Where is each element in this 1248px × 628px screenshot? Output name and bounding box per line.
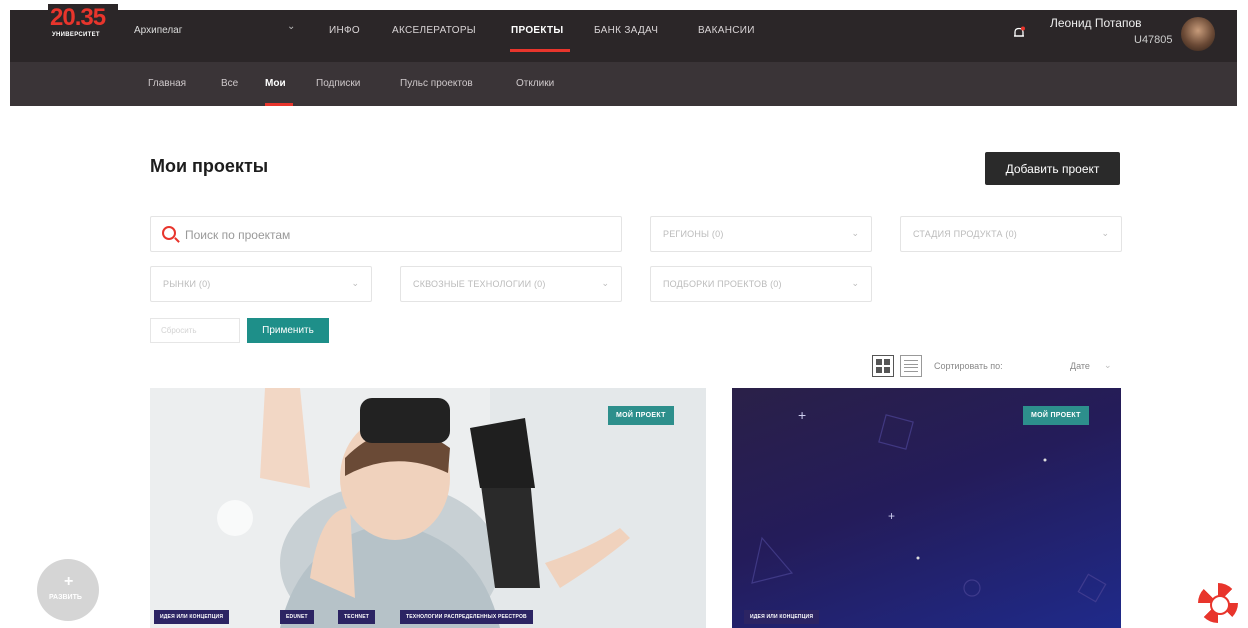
chevron-down-icon: ⌄ xyxy=(851,228,859,238)
reset-button[interactable]: Сбросить xyxy=(150,318,240,343)
active-subnav-indicator xyxy=(265,103,293,106)
subnav-item-subscriptions[interactable]: Подписки xyxy=(316,78,360,89)
nav-item-info[interactable]: ИНФО xyxy=(329,25,360,36)
chevron-down-icon: ⌄ xyxy=(351,278,359,288)
svg-text:+: + xyxy=(798,407,806,423)
logo-subtitle: УНИВЕРСИТЕТ xyxy=(52,32,100,38)
markets-select[interactable]: РЫНКИ (0) ⌄ xyxy=(150,266,372,302)
user-id: U47805 xyxy=(1134,34,1173,46)
svg-text:+: + xyxy=(888,509,895,523)
project-card[interactable]: + + МОЙ ПРОЕКТ ИДЕЯ ИЛИ КОНЦЕПЦИЯ xyxy=(732,388,1121,628)
subnav-item-all[interactable]: Все xyxy=(221,78,238,89)
nav-item-vacancies[interactable]: ВАКАНСИИ xyxy=(698,25,755,36)
my-project-badge: МОЙ ПРОЕКТ xyxy=(608,406,674,425)
bell-icon[interactable] xyxy=(1012,26,1026,40)
grid-view-icon[interactable] xyxy=(872,355,894,377)
cross-tech-label: СКВОЗНЫЕ ТЕХНОЛОГИИ (0) xyxy=(413,279,546,289)
nav-item-projects[interactable]: ПРОЕКТЫ xyxy=(511,25,564,36)
markets-label: РЫНКИ (0) xyxy=(163,279,211,289)
chevron-down-icon: ⌄ xyxy=(851,278,859,288)
subnav-item-responses[interactable]: Отклики xyxy=(516,78,554,89)
project-tag[interactable]: TECHNET xyxy=(338,610,376,624)
search-input[interactable]: Поиск по проектам xyxy=(150,216,622,252)
search-placeholder: Поиск по проектам xyxy=(185,228,291,242)
chevron-down-icon[interactable]: ⌄ xyxy=(287,21,295,32)
subnav-item-projects-pulse[interactable]: Пульс проектов xyxy=(400,78,473,89)
sort-label: Сортировать по: xyxy=(934,361,1003,371)
plus-icon: + xyxy=(64,573,74,590)
archipelago-selector[interactable]: Архипелаг xyxy=(134,25,182,36)
regions-label: РЕГИОНЫ (0) xyxy=(663,229,724,239)
chevron-down-icon: ⌄ xyxy=(601,278,609,288)
product-stage-label: СТАДИЯ ПРОДУКТА (0) xyxy=(913,229,1017,239)
add-project-button[interactable]: Добавить проект xyxy=(985,152,1120,185)
project-tag[interactable]: ИДЕЯ ИЛИ КОНЦЕПЦИЯ xyxy=(744,610,820,624)
user-name[interactable]: Леонид Потапов xyxy=(1050,16,1142,30)
develop-label: РАЗВИТЬ xyxy=(49,594,82,601)
active-nav-indicator xyxy=(510,49,570,52)
page-title: Мои проекты xyxy=(150,156,269,176)
sub-navigation-bar xyxy=(10,62,1237,106)
selections-label: ПОДБОРКИ ПРОЕКТОВ (0) xyxy=(663,279,782,289)
product-stage-select[interactable]: СТАДИЯ ПРОДУКТА (0) ⌄ xyxy=(900,216,1122,252)
university-logo[interactable]: 20.35 УНИВЕРСИТЕТ xyxy=(48,4,118,48)
project-tag[interactable]: ИДЕЯ ИЛИ КОНЦЕПЦИЯ xyxy=(154,610,230,624)
selections-select[interactable]: ПОДБОРКИ ПРОЕКТОВ (0) ⌄ xyxy=(650,266,872,302)
develop-floating-button[interactable]: + РАЗВИТЬ xyxy=(37,559,99,621)
subnav-item-home[interactable]: Главная xyxy=(148,78,186,89)
avatar[interactable] xyxy=(1181,17,1215,51)
nav-item-task-bank[interactable]: БАНК ЗАДАЧ xyxy=(594,25,658,36)
subnav-item-my[interactable]: Мои xyxy=(265,78,286,89)
apply-button[interactable]: Применить xyxy=(247,318,329,343)
lifebuoy-icon[interactable] xyxy=(1198,583,1238,623)
list-view-icon[interactable] xyxy=(900,355,922,377)
chevron-down-icon: ⌄ xyxy=(1101,228,1109,238)
nav-item-accelerators[interactable]: АКСЕЛЕРАТОРЫ xyxy=(392,25,476,36)
sort-select[interactable]: Дате xyxy=(1070,361,1090,371)
project-tag[interactable]: ТЕХНОЛОГИИ РАСПРЕДЕЛЕННЫХ РЕЕСТРОВ xyxy=(400,610,533,624)
project-card[interactable]: МОЙ ПРОЕКТ ИДЕЯ ИЛИ КОНЦЕПЦИЯ EDUNET TEC… xyxy=(150,388,706,628)
regions-select[interactable]: РЕГИОНЫ (0) ⌄ xyxy=(650,216,872,252)
logo-number: 20.35 xyxy=(50,4,106,31)
reset-label: Сбросить xyxy=(161,326,197,335)
cross-tech-select[interactable]: СКВОЗНЫЕ ТЕХНОЛОГИИ (0) ⌄ xyxy=(400,266,622,302)
my-project-badge: МОЙ ПРОЕКТ xyxy=(1023,406,1089,425)
project-tag[interactable]: EDUNET xyxy=(280,610,314,624)
chevron-down-icon[interactable]: ⌄ xyxy=(1104,360,1112,371)
search-icon xyxy=(162,226,176,240)
